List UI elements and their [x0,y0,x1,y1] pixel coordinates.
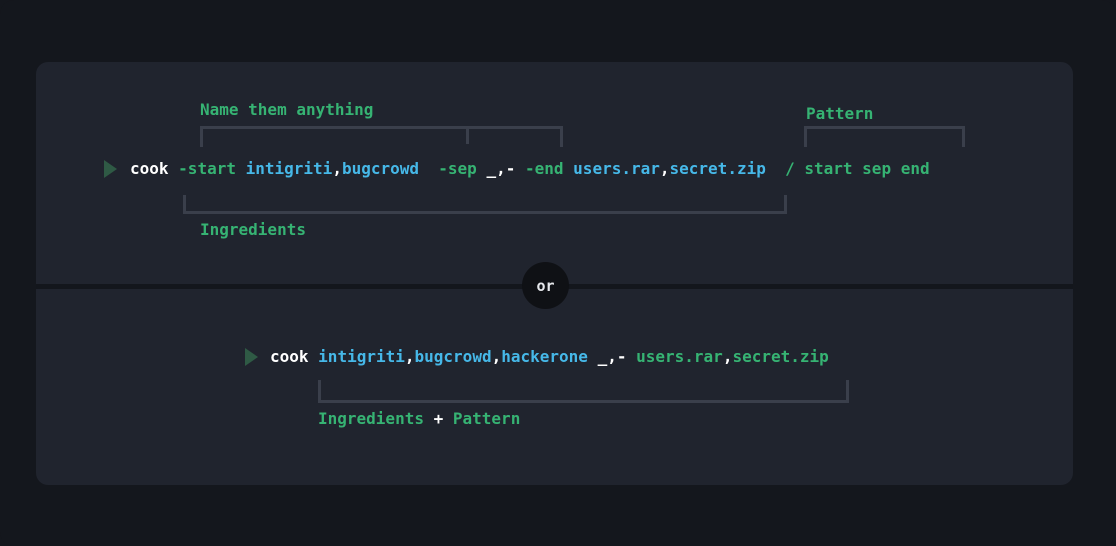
label-pattern: Pattern [452,409,521,428]
label-ingredients: Ingredients [318,409,424,428]
bracket-ingredients [183,195,787,214]
flag-sep: -sep [438,159,477,178]
pattern-spec: / start sep end [785,159,930,178]
value-sep: _,- [486,159,516,178]
value-intigriti: intigriti [318,347,405,366]
or-badge: or [522,262,569,309]
value-bugcrowd: bugcrowd [341,159,420,178]
background-frame: Name them anything Pattern cook -start i… [0,0,1116,546]
comma: , [404,347,415,366]
value-hackerone: hackerone [501,347,588,366]
command-line-1: cook -start intigriti,bugcrowd -sep _,- … [130,159,930,179]
cmd-cook: cook [130,159,169,178]
label-pattern: Pattern [806,104,874,123]
bracket-pattern [804,126,965,147]
label-ingredients-plus-pattern: Ingredients + Pattern [318,409,520,428]
label-ingredients: Ingredients [200,220,306,239]
bracket-names-divider [466,126,469,144]
value-sep: _,- [597,347,627,366]
value-secret-zip: secret.zip [669,159,766,178]
comma: , [722,347,733,366]
prompt-arrow-icon [245,348,258,366]
value-bugcrowd: bugcrowd [414,347,492,366]
value-intigriti: intigriti [245,159,333,178]
cmd-cook: cook [270,347,309,366]
comma: , [659,159,670,178]
value-users-rar: users.rar [573,159,660,178]
comma: , [332,159,342,178]
value-secret-zip: secret.zip [732,347,829,366]
flag-start: -start [178,159,236,178]
comma: , [491,347,502,366]
command-line-2: cook intigriti,bugcrowd,hackerone _,- us… [270,347,829,367]
bracket-ingredients-pattern [318,380,849,403]
bracket-names [200,126,563,147]
flag-end: -end [525,159,564,178]
label-name-them-anything: Name them anything [200,100,374,119]
prompt-arrow-icon [104,160,117,178]
example-card: Name them anything Pattern cook -start i… [36,62,1073,485]
value-users-rar: users.rar [636,347,723,366]
plus-sign: + [433,409,444,428]
